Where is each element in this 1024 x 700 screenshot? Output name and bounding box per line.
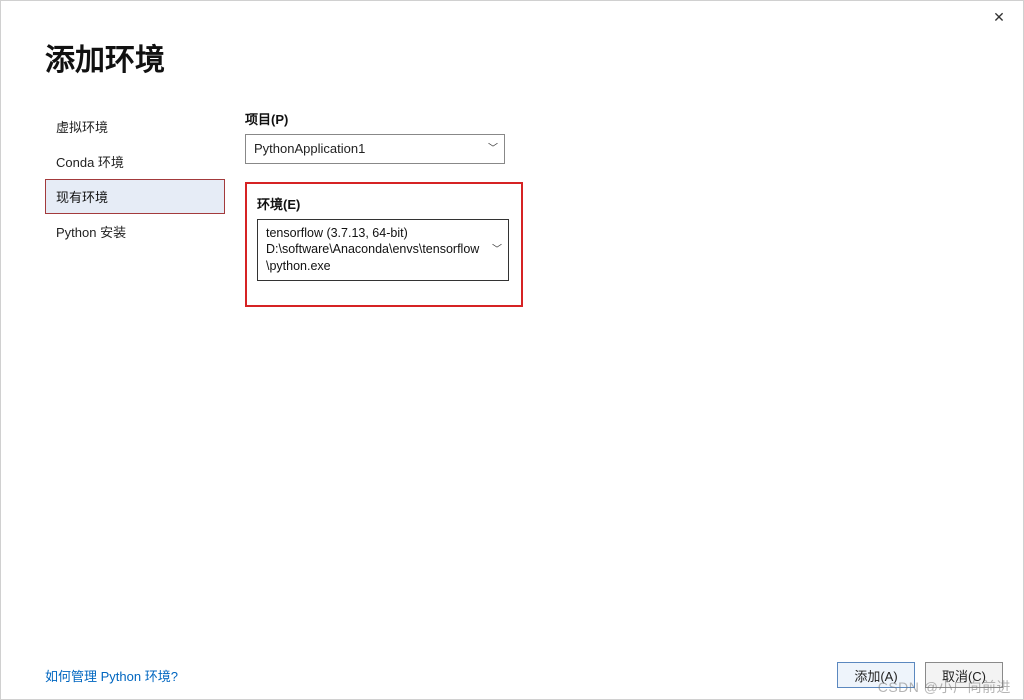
sidebar-item-existing-env[interactable]: 现有环境 (45, 179, 225, 214)
cancel-button[interactable]: 取消(C) (925, 662, 1003, 688)
help-link[interactable]: 如何管理 Python 环境? (45, 666, 178, 685)
cancel-button-label: 取消(C) (942, 666, 986, 685)
project-select-value: PythonApplication1 (254, 141, 365, 156)
project-label: 项目(P) (245, 109, 535, 128)
sidebar-item-label: 虚拟环境 (56, 120, 108, 135)
sidebar-item-python-install[interactable]: Python 安装 (45, 214, 225, 249)
environment-select-line1: tensorflow (3.7.13, 64-bit) (266, 226, 408, 240)
sidebar-item-label: Conda 环境 (56, 155, 124, 170)
content-panel: 项目(P) PythonApplication1 ﹀ 环境(E) tensorf… (245, 109, 535, 307)
project-select[interactable]: PythonApplication1 ﹀ (245, 134, 505, 164)
dialog-title: 添加环境 (45, 35, 165, 79)
add-button[interactable]: 添加(A) (837, 662, 915, 688)
close-button[interactable]: ✕ (983, 5, 1015, 29)
environment-highlight-box: 环境(E) tensorflow (3.7.13, 64-bit) D:\sof… (245, 182, 523, 308)
close-icon: ✕ (993, 9, 1005, 26)
sidebar-item-label: Python 安装 (56, 225, 126, 240)
sidebar: 虚拟环境 Conda 环境 现有环境 Python 安装 (45, 109, 225, 249)
environment-select-line2: D:\software\Anaconda\envs\tensorflow\pyt… (266, 242, 479, 273)
chevron-down-icon: ﹀ (488, 142, 498, 156)
chevron-down-icon: ﹀ (492, 243, 502, 257)
sidebar-item-label: 现有环境 (56, 190, 108, 205)
add-button-label: 添加(A) (854, 666, 897, 685)
environment-select[interactable]: tensorflow (3.7.13, 64-bit) D:\software\… (257, 219, 509, 282)
dialog-window: ✕ 添加环境 虚拟环境 Conda 环境 现有环境 Python 安装 项目(P… (0, 0, 1024, 700)
sidebar-item-conda-env[interactable]: Conda 环境 (45, 144, 225, 179)
dialog-footer: 如何管理 Python 环境? 添加(A) 取消(C) (1, 651, 1023, 699)
sidebar-item-virtual-env[interactable]: 虚拟环境 (45, 109, 225, 144)
environment-label: 环境(E) (257, 194, 511, 213)
